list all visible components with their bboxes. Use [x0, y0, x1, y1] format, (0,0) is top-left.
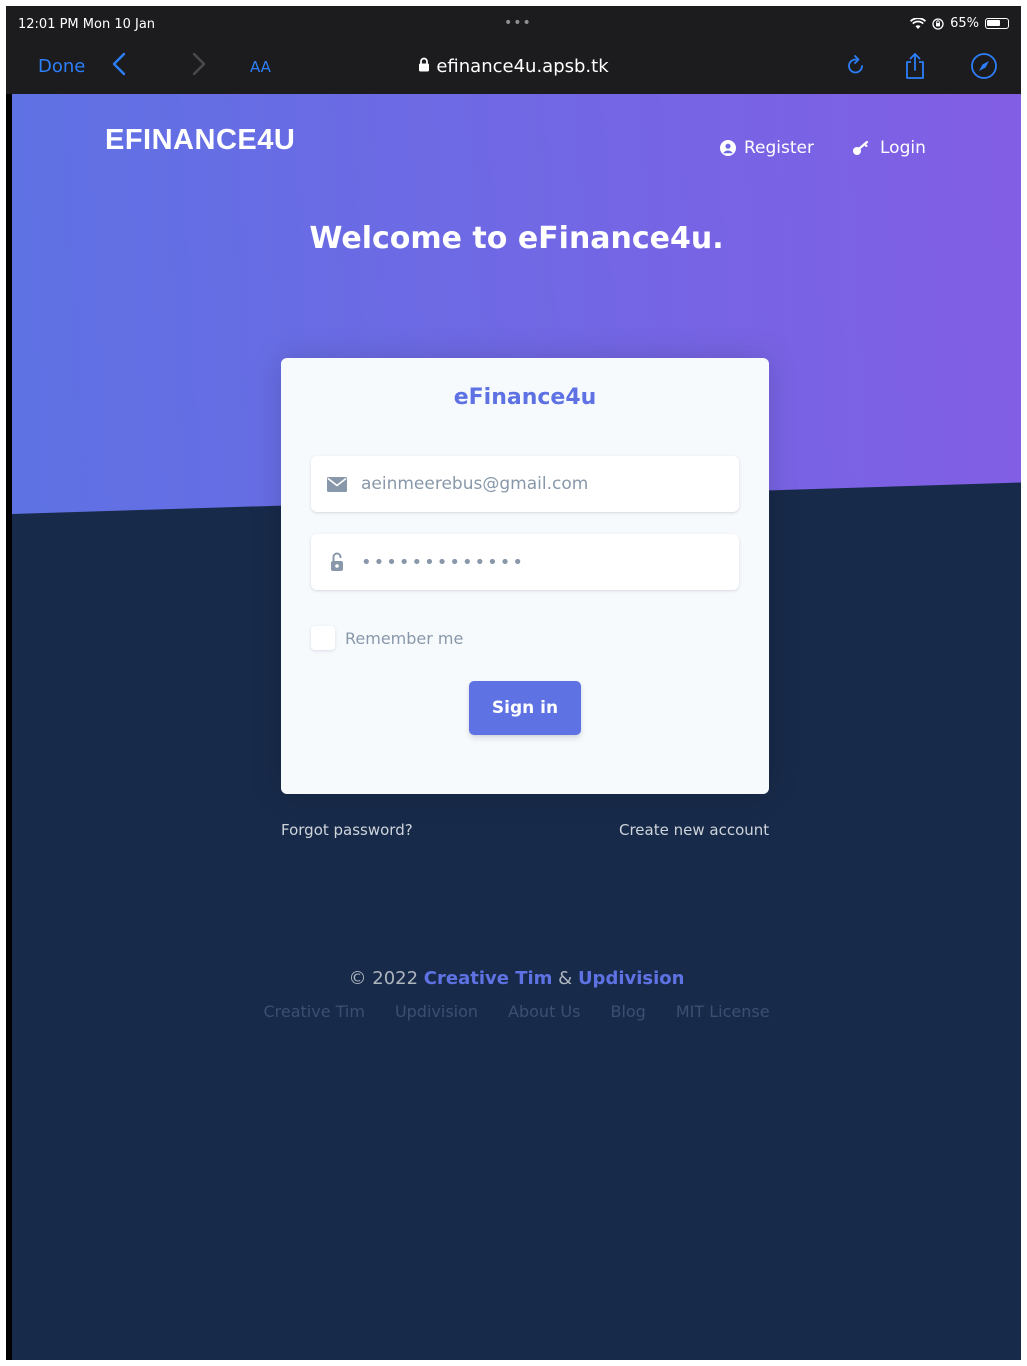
- safari-compass-button[interactable]: [970, 52, 998, 85]
- status-time: 12:01 PM Mon 10 Jan: [18, 17, 156, 32]
- login-card: eFinance4u aeinmeerebus@gmail.com ••••••…: [281, 358, 769, 794]
- password-field[interactable]: [311, 534, 739, 590]
- user-circle-icon: [720, 140, 736, 156]
- sign-in-button[interactable]: Sign in: [469, 681, 581, 735]
- lock-icon: [419, 57, 430, 72]
- ipad-screen: 12:01 PM Mon 10 Jan ••• 65% Done AA efin…: [6, 6, 1021, 1360]
- welcome-heading: Welcome to eFinance4u.: [309, 221, 724, 256]
- browser-toolbar: Done AA efinance4u.apsb.tk: [6, 42, 1021, 94]
- remember-me-checkbox[interactable]: [311, 626, 335, 650]
- forward-button[interactable]: [192, 52, 206, 82]
- battery-icon: [985, 18, 1009, 29]
- chevron-right-icon: [192, 52, 206, 76]
- text-size-button[interactable]: AA: [250, 58, 271, 76]
- updivision-link[interactable]: Updivision: [578, 968, 685, 989]
- footer-link-creative-tim[interactable]: Creative Tim: [263, 1002, 364, 1021]
- email-field[interactable]: [311, 456, 739, 512]
- footer-link-updivision[interactable]: Updivision: [395, 1002, 478, 1021]
- chevron-left-icon: [112, 52, 126, 76]
- web-page: EFINANCE4U Register Login Welcome to eFi…: [12, 94, 1021, 1360]
- footer-link-about-us[interactable]: About Us: [508, 1002, 580, 1021]
- creative-tim-link[interactable]: Creative Tim: [424, 968, 553, 989]
- multitasking-dots[interactable]: •••: [504, 15, 532, 31]
- remember-me-label[interactable]: Remember me: [345, 629, 463, 648]
- register-label: Register: [744, 138, 814, 158]
- ampersand: &: [558, 968, 573, 989]
- done-button[interactable]: Done: [38, 56, 85, 77]
- orientation-lock-icon: [932, 17, 944, 30]
- status-right: 65%: [910, 16, 1009, 31]
- back-button[interactable]: [112, 52, 126, 82]
- key-icon: [853, 140, 869, 155]
- wifi-icon: [910, 17, 927, 29]
- share-icon: [906, 53, 924, 79]
- reload-icon: [848, 55, 863, 74]
- url-text: efinance4u.apsb.tk: [436, 56, 609, 77]
- reload-button[interactable]: [846, 54, 866, 81]
- share-button[interactable]: [904, 52, 926, 85]
- brand-logo[interactable]: EFINANCE4U: [105, 124, 295, 157]
- forgot-password-link[interactable]: Forgot password?: [281, 821, 413, 839]
- envelope-icon: [325, 476, 349, 492]
- battery-percent: 65%: [950, 16, 979, 31]
- unlock-icon: [325, 552, 349, 572]
- register-link[interactable]: Register: [720, 138, 814, 158]
- email-input[interactable]: [359, 473, 739, 495]
- footer-link-blog[interactable]: Blog: [610, 1002, 645, 1021]
- remember-me: Remember me: [311, 626, 463, 650]
- card-title: eFinance4u: [453, 385, 597, 410]
- footer-nav: Creative Tim Updivision About Us Blog MI…: [12, 1002, 1021, 1021]
- login-link[interactable]: Login: [852, 138, 926, 158]
- compass-icon: [971, 53, 997, 79]
- password-input[interactable]: [359, 550, 739, 574]
- address-bar[interactable]: efinance4u.apsb.tk: [6, 56, 1021, 77]
- copyright-year: © 2022: [348, 968, 419, 989]
- copyright: © 2022 Creative Tim & Updivision: [12, 968, 1021, 989]
- status-bar: 12:01 PM Mon 10 Jan ••• 65%: [6, 6, 1021, 42]
- login-label: Login: [880, 138, 926, 158]
- footer-link-mit-license[interactable]: MIT License: [676, 1002, 770, 1021]
- create-account-link[interactable]: Create new account: [619, 821, 769, 839]
